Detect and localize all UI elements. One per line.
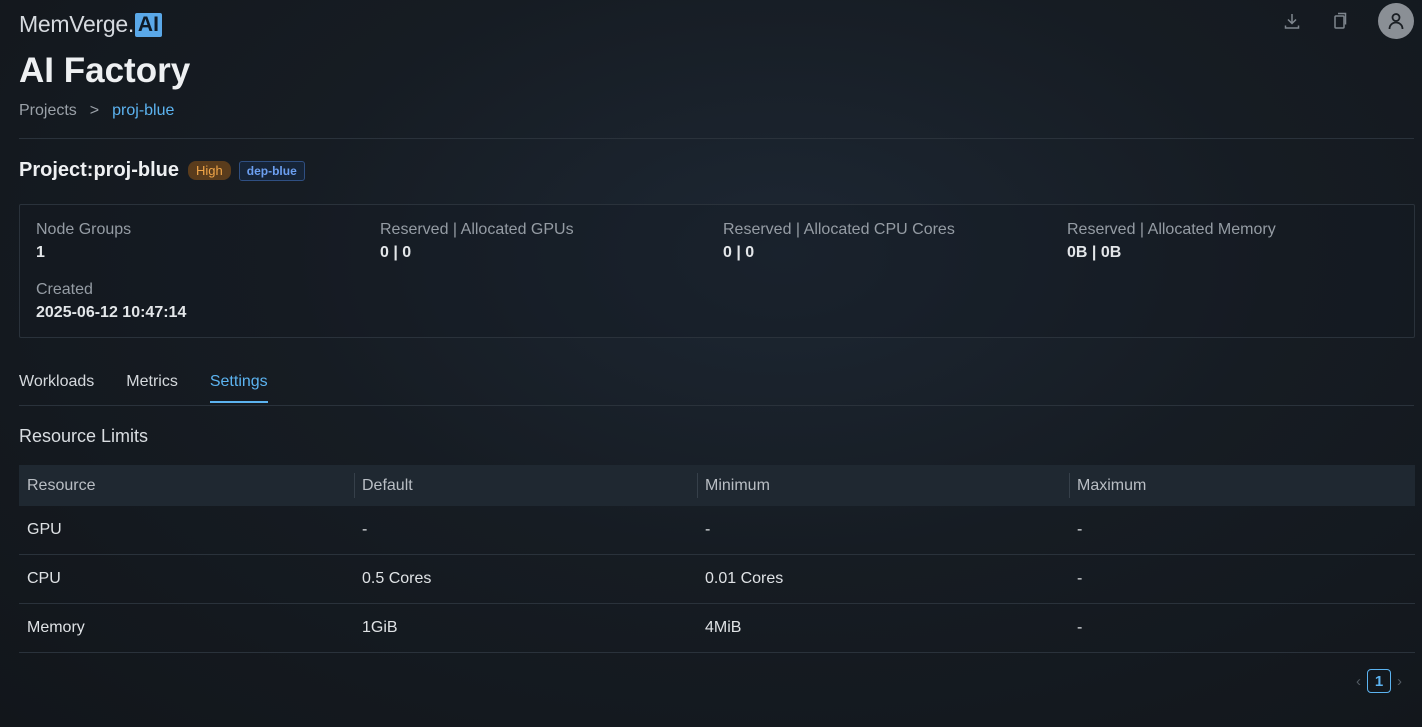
column-header: Resource (27, 476, 96, 494)
resource-limits-table: Resource Default Minimum Maximum GPU - -… (19, 465, 1415, 653)
page-title: AI Factory (19, 51, 191, 90)
project-summary-card: Node Groups 1 Reserved | Allocated GPUs … (19, 204, 1415, 338)
pagination: ‹ 1 › (1350, 669, 1408, 693)
stat-created: Created 2025-06-12 10:47:14 (36, 281, 186, 322)
table-cell: - (362, 521, 368, 538)
table-row: Memory 1GiB 4MiB - (19, 604, 1415, 653)
stat-value: 0B | 0B (1067, 244, 1122, 261)
column-header: Default (354, 465, 697, 506)
stat-cpu-cores: Reserved | Allocated CPU Cores 0 | 0 (723, 221, 955, 262)
stat-label: Reserved | Allocated Memory (1067, 221, 1276, 238)
project-tabs: Workloads Metrics Settings (19, 373, 300, 403)
column-header: Minimum (697, 465, 1069, 506)
stat-memory: Reserved | Allocated Memory 0B | 0B (1067, 221, 1276, 262)
brand-logo: MemVerge. AI (19, 11, 162, 38)
stat-value: 2025-06-12 10:47:14 (36, 304, 187, 321)
department-badge: dep-blue (238, 160, 305, 181)
stat-value: 0 | 0 (723, 244, 755, 261)
stat-label: Reserved | Allocated GPUs (380, 221, 574, 238)
table-cell: 0.01 Cores (705, 570, 784, 587)
brand-ai-mark: AI (134, 12, 162, 37)
page-number-button[interactable]: 1 (1367, 669, 1391, 693)
table-row: GPU - - - (19, 506, 1415, 555)
table-cell: 4MiB (705, 619, 742, 636)
table-cell: - (1077, 619, 1083, 636)
tab-metrics[interactable]: Metrics (126, 373, 178, 403)
table-row: CPU 0.5 Cores 0.01 Cores - (19, 555, 1415, 604)
header-actions (1282, 3, 1414, 39)
stat-node-groups: Node Groups 1 (36, 221, 131, 262)
tab-workloads[interactable]: Workloads (19, 373, 94, 403)
breadcrumb-current[interactable]: proj-blue (112, 102, 174, 120)
breadcrumb-separator: > (89, 102, 100, 119)
table-cell: 0.5 Cores (362, 570, 432, 587)
breadcrumb: Projects > proj-blue (19, 102, 174, 120)
stat-label: Created (36, 281, 93, 298)
table-cell: - (1077, 521, 1083, 538)
chevron-left-icon[interactable]: ‹ (1350, 673, 1367, 690)
breadcrumb-projects-link[interactable]: Projects (19, 102, 77, 120)
table-cell: - (705, 521, 711, 538)
header-divider (19, 138, 1414, 139)
user-icon (1388, 13, 1404, 30)
table-cell: GPU (27, 521, 62, 538)
project-title: Project:proj-blue (19, 159, 180, 181)
table-cell: - (1077, 570, 1083, 587)
copy-icon[interactable] (1330, 11, 1350, 31)
tab-settings[interactable]: Settings (209, 373, 268, 403)
stat-label: Reserved | Allocated CPU Cores (723, 221, 955, 238)
table-cell: Memory (27, 619, 85, 636)
download-icon[interactable] (1282, 11, 1302, 31)
tabs-divider (19, 405, 1414, 406)
stat-label: Node Groups (36, 221, 132, 238)
brand-name: MemVerge. (19, 11, 134, 37)
stat-value: 0 | 0 (380, 244, 412, 261)
column-header: Maximum (1069, 465, 1415, 506)
section-title-resource-limits: Resource Limits (19, 426, 149, 446)
priority-badge: High (188, 161, 231, 180)
stat-gpus: Reserved | Allocated GPUs 0 | 0 (380, 221, 574, 262)
table-header: Resource Default Minimum Maximum (19, 465, 1415, 506)
table-cell: 1GiB (362, 619, 398, 636)
project-heading: Project:proj-blue High dep-blue (19, 159, 305, 182)
stat-value: 1 (36, 244, 45, 261)
table-cell: CPU (27, 570, 61, 587)
user-avatar[interactable] (1378, 3, 1414, 39)
chevron-right-icon[interactable]: › (1391, 673, 1408, 690)
